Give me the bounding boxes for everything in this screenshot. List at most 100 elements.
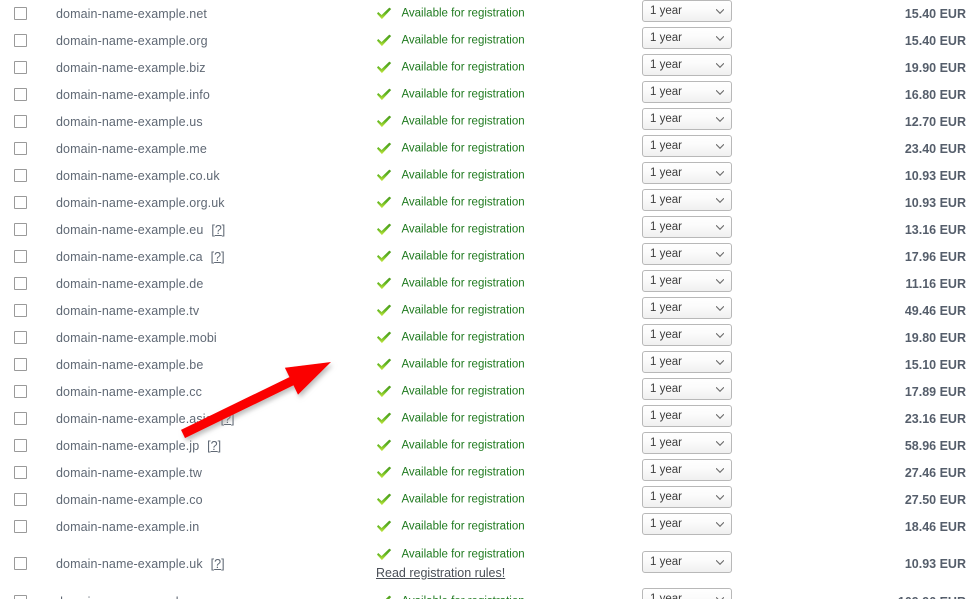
row-checkbox-cell bbox=[0, 432, 42, 459]
green-check-icon bbox=[377, 34, 392, 46]
registration-period-select[interactable]: 1 year bbox=[642, 108, 732, 130]
help-marker-link[interactable]: [?] bbox=[217, 412, 235, 426]
registration-period-select[interactable]: 1 year bbox=[642, 243, 732, 265]
domain-name-label: domain-name-example.co.uk bbox=[56, 168, 220, 183]
status-text: Available for registration bbox=[401, 88, 525, 101]
checkbox-unchecked-icon[interactable] bbox=[14, 168, 27, 182]
status-text: Available for registration bbox=[401, 223, 525, 236]
checkbox-unchecked-icon[interactable] bbox=[14, 114, 27, 128]
status-line: Available for registration bbox=[376, 140, 525, 157]
registration-period-select[interactable]: 1 year bbox=[642, 588, 732, 599]
row-domain-cell: domain-name-example.asia [?] bbox=[42, 405, 372, 432]
row-price-cell: 19.80 EUR bbox=[822, 324, 976, 351]
status-wrapper: Available for registration bbox=[376, 195, 642, 210]
registration-period-select[interactable]: 1 year bbox=[642, 459, 732, 481]
registration-period-select[interactable]: 1 year bbox=[642, 162, 732, 184]
checkbox-unchecked-icon[interactable] bbox=[14, 465, 27, 479]
domain-name-label: domain-name-example.ca bbox=[56, 249, 203, 264]
registration-period-value: 1 year bbox=[650, 555, 682, 568]
table-row: domain-name-example.org.uk [?] bbox=[0, 189, 976, 216]
checkbox-unchecked-icon[interactable] bbox=[14, 557, 27, 571]
checkbox-unchecked-icon[interactable] bbox=[14, 303, 27, 317]
domain-price-label: 15.10 EUR bbox=[904, 357, 966, 372]
chevron-down-icon bbox=[716, 171, 724, 176]
checkbox-unchecked-icon[interactable] bbox=[14, 384, 27, 398]
help-marker-link[interactable]: [?] bbox=[204, 439, 221, 453]
checkbox-unchecked-icon[interactable] bbox=[14, 141, 27, 155]
checkbox-unchecked-icon[interactable] bbox=[14, 438, 27, 452]
registration-period-select[interactable]: 1 year bbox=[642, 81, 732, 103]
status-text: Available for registration bbox=[401, 7, 525, 20]
registration-period-select[interactable]: 1 year bbox=[642, 27, 732, 49]
status-text: Available for registration bbox=[401, 34, 525, 47]
status-text: Available for registration bbox=[401, 115, 525, 128]
registration-period-select[interactable]: 1 year bbox=[642, 351, 732, 373]
status-text: Available for registration bbox=[401, 196, 525, 209]
registration-period-select[interactable]: 1 year bbox=[642, 405, 732, 427]
status-line: Available for registration bbox=[376, 248, 525, 265]
registration-period-select[interactable]: 1 year bbox=[642, 550, 732, 573]
registration-period-select[interactable]: 1 year bbox=[642, 54, 732, 76]
registration-period-select[interactable]: 1 year bbox=[642, 270, 732, 292]
row-domain-cell: domain-name-example.eu [?] bbox=[42, 216, 372, 243]
help-marker-link[interactable]: [?] bbox=[207, 557, 225, 571]
checkbox-unchecked-icon[interactable] bbox=[14, 519, 27, 533]
help-marker-link[interactable]: [?] bbox=[207, 250, 225, 264]
row-domain-cell: domain-name-example.ca [?] bbox=[42, 243, 372, 270]
checkbox-unchecked-icon[interactable] bbox=[14, 492, 27, 506]
status-wrapper: Available for registration bbox=[376, 114, 642, 129]
checkbox-unchecked-icon[interactable] bbox=[14, 195, 27, 209]
help-marker-link[interactable]: [?] bbox=[208, 223, 225, 237]
registration-rules-link[interactable]: Read registration rules! bbox=[376, 566, 505, 581]
checkbox-unchecked-icon[interactable] bbox=[14, 594, 27, 599]
registration-period-value: 1 year bbox=[650, 437, 682, 449]
registration-period-value: 1 year bbox=[650, 593, 682, 599]
row-period-cell: 1 year bbox=[642, 324, 822, 351]
row-domain-cell: domain-name-example.info [?] bbox=[42, 81, 372, 108]
status-line: Available for registration bbox=[376, 59, 525, 76]
checkbox-unchecked-icon[interactable] bbox=[14, 249, 27, 263]
table-row: domain-name-example.in [?] bbox=[0, 513, 976, 540]
checkbox-unchecked-icon[interactable] bbox=[14, 357, 27, 371]
registration-period-select[interactable]: 1 year bbox=[642, 324, 732, 346]
row-status-cell: Available for registration bbox=[372, 135, 642, 162]
domain-price-label: 11.16 EUR bbox=[905, 276, 966, 291]
chevron-down-icon bbox=[716, 333, 724, 338]
row-checkbox-cell bbox=[0, 135, 42, 162]
row-status-cell: Available for registration bbox=[372, 243, 642, 270]
checkbox-unchecked-icon[interactable] bbox=[14, 330, 27, 344]
row-domain-cell: domain-name-example.co [?] bbox=[42, 486, 372, 513]
registration-period-select[interactable]: 1 year bbox=[642, 513, 732, 535]
checkbox-unchecked-icon[interactable] bbox=[14, 411, 27, 425]
domain-name-label: domain-name-example.jp bbox=[56, 438, 200, 453]
green-check-icon bbox=[385, 595, 392, 599]
status-wrapper: Available for registration bbox=[376, 594, 642, 599]
checkbox-unchecked-icon[interactable] bbox=[14, 222, 27, 236]
registration-period-select[interactable]: 1 year bbox=[642, 432, 732, 454]
green-check-icon bbox=[377, 439, 392, 451]
registration-period-select[interactable]: 1 year bbox=[642, 486, 732, 508]
checkbox-unchecked-icon[interactable] bbox=[14, 87, 27, 101]
row-period-cell: 1 year bbox=[642, 216, 822, 243]
status-wrapper: Available for registration bbox=[376, 87, 642, 102]
status-line: Available for registration bbox=[376, 464, 525, 481]
table-row: domain-name-example.cm [?] bbox=[0, 588, 976, 599]
green-check-icon bbox=[377, 196, 392, 208]
registration-period-select[interactable]: 1 year bbox=[642, 0, 732, 22]
checkbox-unchecked-icon[interactable] bbox=[14, 276, 27, 290]
green-check-icon bbox=[377, 520, 392, 532]
registration-period-select[interactable]: 1 year bbox=[642, 135, 732, 157]
row-price-cell: 27.50 EUR bbox=[822, 486, 976, 513]
checkbox-unchecked-icon[interactable] bbox=[14, 60, 27, 74]
registration-period-select[interactable]: 1 year bbox=[642, 189, 732, 211]
status-line: Available for registration bbox=[376, 32, 525, 49]
checkbox-unchecked-icon[interactable] bbox=[14, 33, 27, 47]
registration-period-select[interactable]: 1 year bbox=[642, 216, 732, 238]
checkbox-unchecked-icon[interactable] bbox=[14, 6, 27, 20]
status-wrapper: Available for registration bbox=[376, 492, 642, 507]
registration-period-select[interactable]: 1 year bbox=[642, 297, 732, 319]
registration-period-value: 1 year bbox=[650, 491, 682, 503]
row-checkbox-cell bbox=[0, 486, 42, 513]
registration-period-select[interactable]: 1 year bbox=[642, 378, 732, 400]
green-check-icon bbox=[377, 7, 392, 19]
